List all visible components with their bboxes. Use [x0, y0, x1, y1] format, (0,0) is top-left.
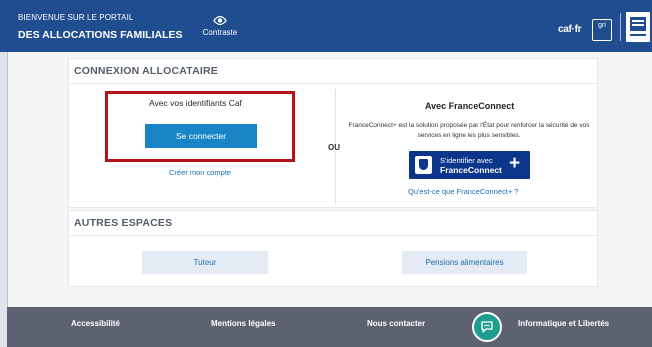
- franceconnect-description: FranceConnect+ est la solution proposée …: [348, 122, 590, 139]
- portal-title[interactable]: des Allocations Familiales: [18, 29, 183, 41]
- create-account-link[interactable]: Créer mon compte: [169, 168, 231, 177]
- tuteur-button[interactable]: Tuteur: [142, 251, 268, 274]
- main-content: Connexion allocataire Avec vos identifia…: [7, 52, 652, 307]
- caf-credentials-heading: Avec vos identifiants Caf: [149, 98, 242, 108]
- franceconnect-plus-sign: +: [509, 153, 521, 174]
- chat-icon: [481, 321, 493, 333]
- gri-logo[interactable]: gri: [592, 19, 612, 41]
- other-spaces-title-divider: [69, 235, 597, 236]
- login-button[interactable]: Se connecter: [145, 124, 257, 148]
- franceconnect-button-line1: S'identifier avec: [440, 156, 493, 165]
- portal-welcome-text: Bienvenue sur le portail: [18, 13, 134, 22]
- login-card-title-divider: [69, 83, 597, 84]
- franceconnect-button[interactable]: S'identifier avec FranceConnect +: [409, 151, 530, 179]
- login-card-title: Connexion allocataire: [74, 65, 219, 77]
- or-separator: OU: [328, 143, 340, 152]
- marianne-logo: [626, 12, 650, 42]
- footer-link-mentions-legales[interactable]: Mentions légales: [211, 319, 275, 328]
- contrast-label: Contraste: [202, 28, 238, 37]
- other-spaces-title: Autres espaces: [74, 217, 173, 229]
- other-spaces-card: Autres espaces Tuteur Pensions alimentai…: [68, 210, 598, 287]
- eye-icon: [213, 16, 227, 25]
- contrast-toggle[interactable]: Contraste: [200, 16, 240, 37]
- franceconnect-info-link[interactable]: Qu'est-ce que FranceConnect+ ?: [408, 187, 518, 196]
- caf-logo[interactable]: caf·fr: [558, 24, 582, 35]
- pensions-alimentaires-button[interactable]: Pensions alimentaires: [402, 251, 527, 274]
- footer-link-accessibilite[interactable]: Accessibilité: [71, 319, 120, 328]
- header-divider: [620, 13, 621, 41]
- franceconnect-button-line2: FranceConnect: [440, 165, 502, 175]
- footer-link-informatique-libertes[interactable]: Informatique et Libertés: [518, 319, 609, 328]
- chat-button[interactable]: [472, 312, 502, 342]
- marianne-logo-mark: [630, 17, 646, 36]
- site-header: Bienvenue sur le portail des Allocations…: [0, 0, 652, 52]
- franceconnect-heading: Avec FranceConnect: [425, 101, 515, 111]
- login-card: Connexion allocataire Avec vos identifia…: [68, 58, 598, 208]
- franceconnect-badge-icon: [415, 156, 432, 174]
- site-footer: Accessibilité Mentions légales Nous cont…: [7, 307, 652, 347]
- footer-link-nous-contacter[interactable]: Nous contacter: [367, 319, 425, 328]
